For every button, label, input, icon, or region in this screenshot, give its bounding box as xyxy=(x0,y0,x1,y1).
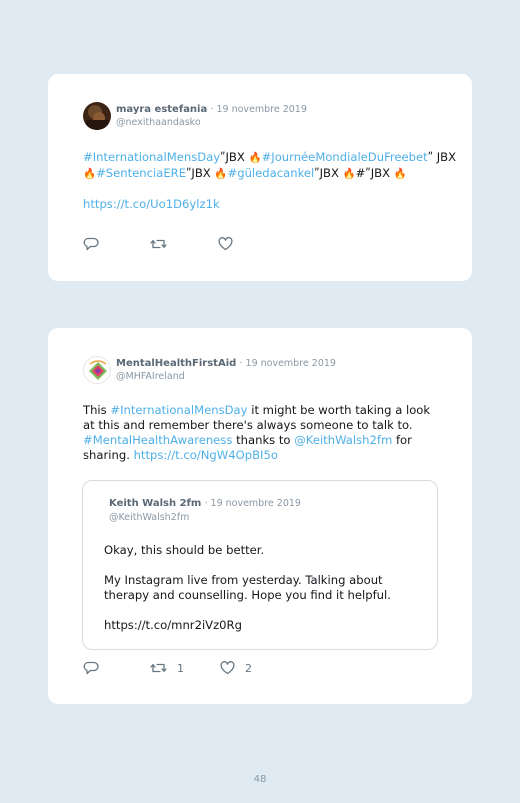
like-button[interactable]: 2 xyxy=(220,660,252,676)
tweet-text-segment: ʺ JBX xyxy=(427,150,457,164)
avatar[interactable] xyxy=(83,356,111,384)
tweet-text: #InternationalMensDayʺJBX 🔥#JournéeMondi… xyxy=(83,150,458,212)
quoted-link[interactable]: https://t.co/mnr2iVz0Rg xyxy=(104,618,424,633)
retweet-button[interactable]: 1 xyxy=(150,660,184,676)
tweet-header: mayra estefania · 19 novembre 2019 @nexi… xyxy=(116,103,307,129)
avatar[interactable] xyxy=(83,102,111,130)
retweet-icon xyxy=(150,239,167,249)
quoted-text-line: Okay, this should be better. xyxy=(104,543,265,557)
reply-icon xyxy=(83,237,99,250)
hashtag-link[interactable]: #SentenciaERE xyxy=(96,166,186,180)
tweet-text-segment: ʺJBX xyxy=(186,166,215,180)
author-handle[interactable]: @MHFAIreland xyxy=(116,371,185,382)
reply-button[interactable] xyxy=(83,660,109,676)
fire-emoji: 🔥 xyxy=(214,168,228,180)
author-name[interactable]: mayra estefania xyxy=(116,104,207,115)
like-icon xyxy=(220,661,235,675)
hashtag-link[interactable]: #InternationalMensDay xyxy=(83,150,220,164)
quoted-handle[interactable]: @KeithWalsh2fm xyxy=(109,512,189,523)
like-button[interactable] xyxy=(218,236,243,252)
quoted-tweet[interactable]: Keith Walsh 2fm · 19 novembre 2019 @Keit… xyxy=(82,480,438,650)
quoted-author-name[interactable]: Keith Walsh 2fm xyxy=(109,498,201,509)
fire-emoji: 🔥 xyxy=(393,168,407,180)
tweet-actions xyxy=(83,236,383,252)
hashtag-link[interactable]: #güledacankel xyxy=(228,166,315,180)
author-handle[interactable]: @nexithaandasko xyxy=(116,117,201,128)
author-name[interactable]: MentalHealthFirstAid xyxy=(116,358,236,369)
reply-button[interactable] xyxy=(83,236,109,252)
like-icon xyxy=(218,237,233,251)
retweet-count: 1 xyxy=(177,661,184,675)
tweet-date[interactable]: · 19 novembre 2019 xyxy=(210,104,306,115)
tweet-text-segment: #ʺJBX xyxy=(355,166,394,180)
mention-link[interactable]: @KeithWalsh2fm xyxy=(294,433,392,447)
tweet-actions: 1 2 xyxy=(83,660,383,676)
hashtag-link[interactable]: #InternationalMensDay xyxy=(110,403,247,417)
retweet-icon xyxy=(150,663,167,673)
reply-icon xyxy=(83,661,99,674)
tweet-link[interactable]: https://t.co/NgW4OpBI5o xyxy=(134,448,278,462)
fire-emoji: 🔥 xyxy=(83,168,97,180)
tweet-card: MentalHealthFirstAid · 19 novembre 2019 … xyxy=(48,328,472,704)
quoted-date[interactable]: · 19 novembre 2019 xyxy=(204,498,300,509)
fire-emoji: 🔥 xyxy=(248,152,262,164)
tweet-date[interactable]: · 19 novembre 2019 xyxy=(239,358,335,369)
fire-emoji: 🔥 xyxy=(342,168,356,180)
tweet-text-segment: ʺJBX xyxy=(220,150,249,164)
tweet-header: MentalHealthFirstAid · 19 novembre 2019 … xyxy=(116,357,336,383)
hashtag-link[interactable]: #JournéeMondialeDuFreebet xyxy=(262,150,428,164)
retweet-button[interactable] xyxy=(150,236,177,252)
tweet-text-segment: thanks to xyxy=(232,433,295,447)
tweet-link[interactable]: https://t.co/Uo1D6ylz1k xyxy=(83,197,220,211)
tweet-text-segment: ʺJBX xyxy=(314,166,343,180)
tweet-text: This #InternationalMensDay it might be w… xyxy=(83,403,438,463)
tweet-text-segment: This xyxy=(83,403,111,417)
page-number: 48 xyxy=(253,774,267,785)
quoted-header: Keith Walsh 2fm · 19 novembre 2019 @Keit… xyxy=(109,497,301,525)
hashtag-link[interactable]: #MentalHealthAwareness xyxy=(83,433,232,447)
like-count: 2 xyxy=(245,661,252,675)
tweet-card: mayra estefania · 19 novembre 2019 @nexi… xyxy=(48,74,472,281)
quoted-text-body: My Instagram live from yesterday. Talkin… xyxy=(104,573,391,602)
